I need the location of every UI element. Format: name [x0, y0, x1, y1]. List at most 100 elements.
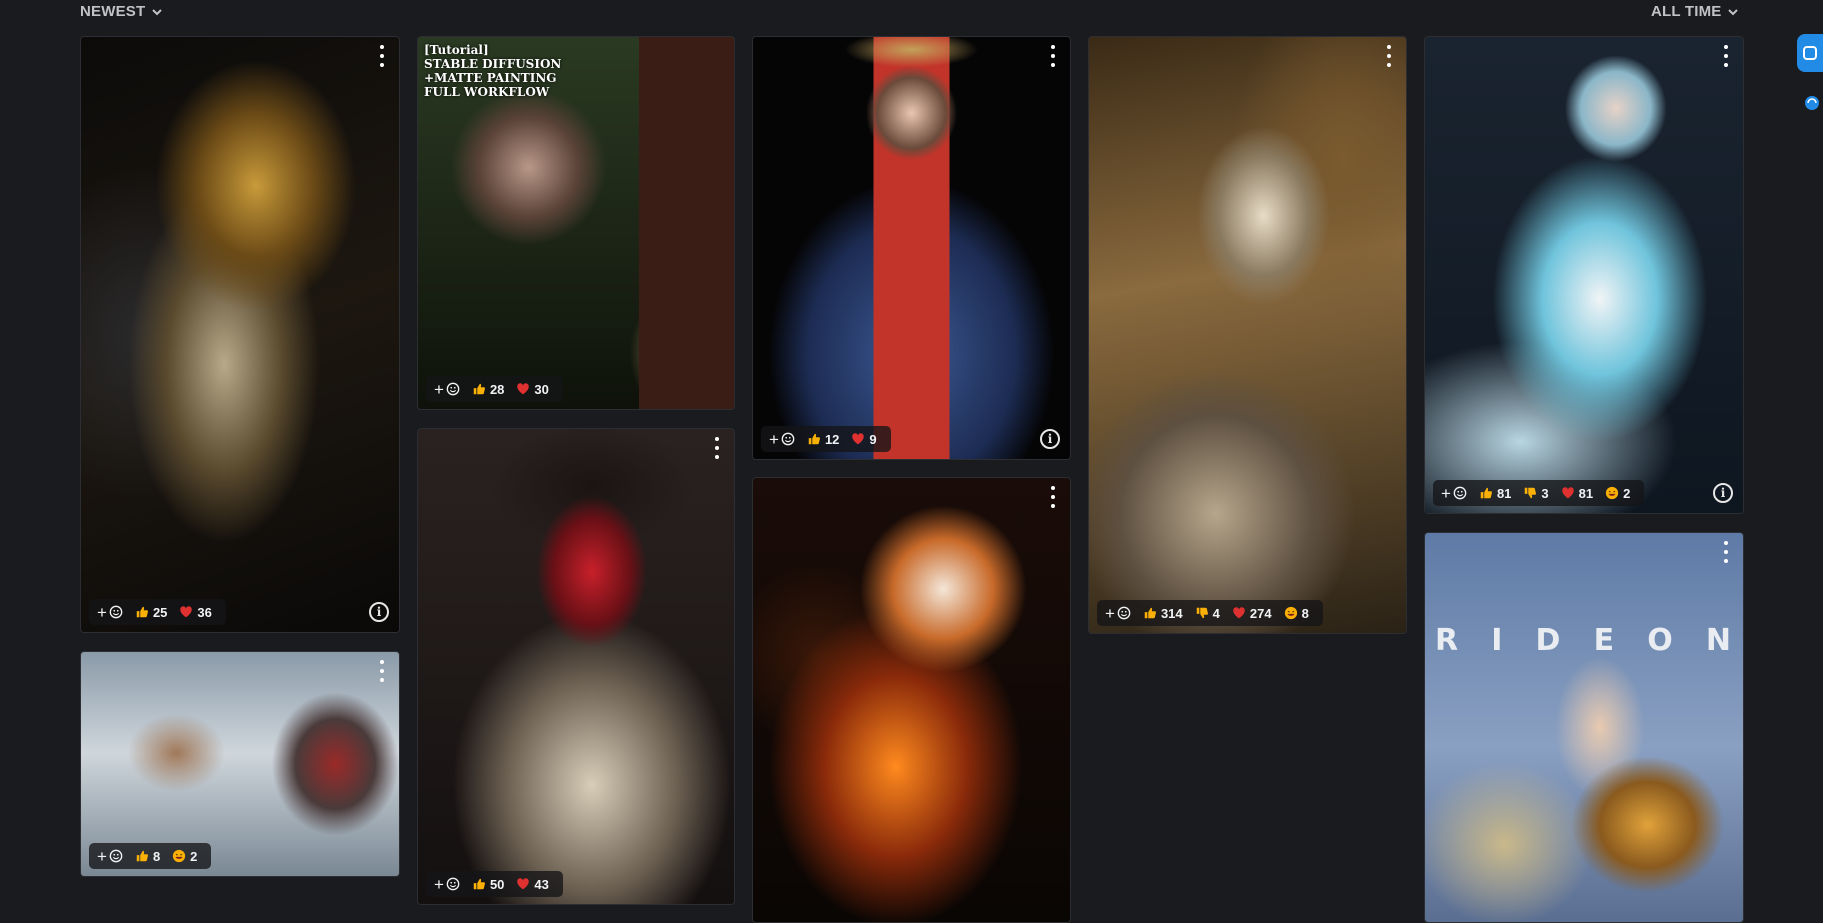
info-icon[interactable]: i: [1040, 429, 1060, 449]
card-menu-button[interactable]: [1719, 45, 1733, 67]
info-icon[interactable]: i: [369, 602, 389, 622]
reaction-count: 8: [1301, 605, 1309, 621]
like-icon: [136, 850, 148, 862]
image-card[interactable]: +81 3 81 2 i: [1424, 36, 1744, 514]
chevron-down-icon: [1728, 8, 1739, 15]
card-image: [81, 37, 399, 632]
reaction-count: 314: [1160, 605, 1183, 621]
smiley-icon: [109, 605, 123, 619]
card-menu-button[interactable]: [710, 437, 724, 459]
reaction-heart[interactable]: 274: [1232, 606, 1272, 621]
reaction-count: 43: [534, 876, 549, 892]
reaction-bar[interactable]: +50 43: [426, 871, 563, 897]
reaction-heart[interactable]: 30: [516, 381, 549, 397]
reaction-heart[interactable]: 81: [1561, 486, 1593, 501]
dislike-icon: [1196, 607, 1208, 619]
image-card[interactable]: [Tutorial] STABLE DIFFUSION +MATTE PAINT…: [417, 36, 735, 410]
reaction-like[interactable]: 81: [1479, 486, 1511, 501]
add-reaction-button[interactable]: +: [434, 381, 460, 398]
add-reaction-button[interactable]: +: [769, 431, 795, 448]
sort-label: NEWEST: [80, 3, 146, 20]
reaction-count: 274: [1249, 605, 1272, 621]
card-menu-button[interactable]: [375, 660, 389, 682]
reaction-heart[interactable]: 43: [516, 876, 549, 892]
reaction-bar[interactable]: +28 30: [426, 376, 563, 402]
card-image: [753, 37, 1070, 459]
add-reaction-button[interactable]: +: [1441, 485, 1467, 502]
reaction-count: 50: [489, 876, 505, 892]
card-image: [1425, 37, 1743, 513]
like-icon: [1144, 607, 1156, 619]
image-card[interactable]: +12 9 i: [752, 36, 1071, 460]
image-card[interactable]: +50 43: [417, 428, 735, 905]
reaction-bar[interactable]: +25 36: [89, 599, 226, 625]
reaction-like[interactable]: 25: [135, 605, 167, 620]
reaction-laugh[interactable]: 2: [1605, 486, 1630, 501]
reaction-heart[interactable]: 9: [851, 432, 877, 447]
reaction-dislike[interactable]: 3: [1523, 485, 1549, 501]
card-menu-button[interactable]: [1046, 45, 1060, 67]
reaction-like[interactable]: 12: [807, 432, 839, 447]
reaction-like[interactable]: 28: [472, 382, 504, 397]
reaction-count: 12: [824, 431, 840, 447]
add-reaction-button[interactable]: +: [1105, 605, 1131, 622]
heart-icon: [852, 433, 865, 445]
add-reaction-button[interactable]: +: [434, 876, 460, 893]
card-image: [1089, 37, 1406, 633]
heart-icon: [517, 878, 530, 890]
card-menu-button[interactable]: [1719, 541, 1733, 563]
reaction-count: 28: [489, 381, 505, 397]
smiley-icon: [781, 432, 795, 446]
period-label: ALL TIME: [1651, 3, 1722, 20]
card-menu-button[interactable]: [375, 45, 389, 67]
chevron-down-icon: [152, 8, 163, 15]
laugh-icon: [1284, 606, 1297, 620]
period-dropdown[interactable]: ALL TIME: [1651, 3, 1739, 20]
reaction-bar[interactable]: +314 4 274 8: [1097, 600, 1323, 626]
like-icon: [1480, 487, 1492, 499]
sort-dropdown[interactable]: NEWEST: [80, 3, 163, 20]
smiley-icon: [109, 849, 123, 863]
reaction-count: 81: [1496, 485, 1512, 501]
smiley-icon: [1117, 606, 1131, 620]
smiley-icon: [446, 877, 460, 891]
reaction-count: 2: [1623, 485, 1631, 501]
smiley-icon: [1453, 486, 1467, 500]
reaction-like[interactable]: 8: [135, 849, 160, 864]
laugh-icon: [173, 849, 186, 863]
like-icon: [808, 433, 820, 445]
reaction-bar[interactable]: +81 3 81 2: [1433, 480, 1645, 506]
reaction-like[interactable]: 314: [1143, 606, 1183, 621]
reaction-count: 8: [152, 848, 161, 864]
card-title: [Tutorial] STABLE DIFFUSION +MATTE PAINT…: [424, 43, 562, 99]
image-card[interactable]: +25 36 i: [80, 36, 400, 633]
heart-icon: [517, 383, 530, 395]
reaction-bar[interactable]: +12 9: [761, 426, 891, 452]
reaction-bar[interactable]: +8 2: [89, 843, 212, 869]
card-image: [1425, 533, 1743, 922]
image-card[interactable]: +314 4 274 8: [1088, 36, 1407, 634]
image-card[interactable]: [752, 477, 1071, 923]
reaction-count: 4: [1212, 605, 1220, 621]
image-card[interactable]: R I D E O N: [1424, 532, 1744, 923]
reaction-count: 30: [534, 381, 549, 397]
card-menu-button[interactable]: [1046, 486, 1060, 508]
add-reaction-button[interactable]: +: [97, 604, 123, 621]
reaction-laugh[interactable]: 8: [1284, 606, 1309, 621]
reaction-dislike[interactable]: 4: [1195, 606, 1220, 621]
card-image: [418, 429, 734, 904]
reaction-like[interactable]: 50: [472, 877, 504, 892]
smiley-icon: [446, 382, 460, 396]
support-icon[interactable]: [1801, 92, 1823, 114]
reaction-laugh[interactable]: 2: [172, 849, 197, 864]
heart-icon: [1233, 607, 1245, 619]
image-card[interactable]: +8 2: [80, 651, 400, 877]
heart-icon: [1561, 487, 1574, 499]
reaction-count: 25: [152, 604, 168, 620]
reaction-heart[interactable]: 36: [179, 605, 212, 620]
reaction-count: 3: [1541, 485, 1549, 501]
add-reaction-button[interactable]: +: [97, 848, 123, 865]
info-icon[interactable]: i: [1713, 483, 1733, 503]
card-menu-button[interactable]: [1382, 45, 1396, 67]
chat-icon[interactable]: [1797, 34, 1823, 72]
